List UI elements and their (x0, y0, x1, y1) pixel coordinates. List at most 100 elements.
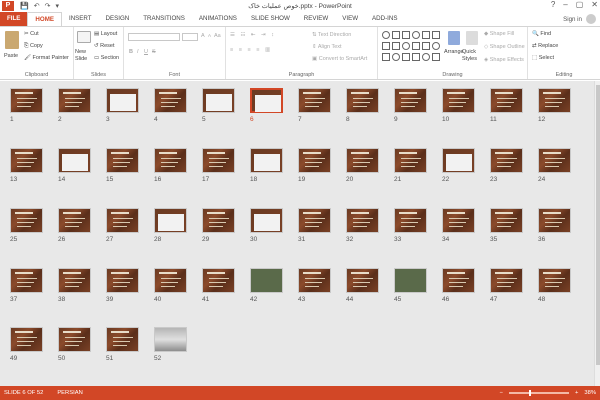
slide-thumbnail[interactable] (394, 148, 427, 173)
slide-thumbnail[interactable] (106, 208, 139, 233)
slide-thumbnail[interactable] (346, 268, 379, 293)
slide-thumbnail[interactable] (538, 208, 571, 233)
tab-file[interactable]: FILE (0, 12, 28, 26)
shape-option[interactable] (412, 53, 420, 61)
shape-option[interactable] (382, 31, 390, 39)
tab-slide-show[interactable]: SLIDE SHOW (244, 12, 297, 26)
shape-fill-button[interactable]: ◆ Shape Fill (484, 31, 514, 37)
tab-view[interactable]: VIEW (335, 12, 365, 26)
slide-thumbnail[interactable] (10, 148, 43, 173)
slide-thumbnail[interactable] (490, 208, 523, 233)
slide-thumbnail[interactable] (58, 268, 91, 293)
close-button[interactable]: ✕ (591, 0, 598, 9)
tab-animations[interactable]: ANIMATIONS (192, 12, 244, 26)
layout-button[interactable]: ▤ Layout (94, 31, 117, 37)
slide-thumbnail[interactable] (250, 268, 283, 293)
slide-thumbnail[interactable] (250, 88, 283, 113)
font-size-box[interactable] (182, 33, 198, 41)
slide-thumbnail[interactable] (298, 148, 331, 173)
slide-thumbnail[interactable] (10, 88, 43, 113)
shape-option[interactable] (432, 53, 440, 61)
tab-home[interactable]: HOME (27, 12, 62, 26)
help-button[interactable]: ? (551, 0, 555, 9)
slide-thumbnail[interactable] (250, 208, 283, 233)
slide-thumbnail[interactable] (10, 208, 43, 233)
slide-thumbnail[interactable] (538, 148, 571, 173)
paste-icon[interactable] (5, 31, 19, 49)
slide-thumbnail[interactable] (298, 88, 331, 113)
replace-button[interactable]: ⇄ Replace (532, 43, 558, 49)
slide-thumbnail[interactable] (346, 148, 379, 173)
slide-thumbnail[interactable] (346, 88, 379, 113)
italic-button[interactable]: I (137, 49, 139, 55)
copy-button[interactable]: ⎘ Copy (24, 43, 43, 50)
convert-smartart-button[interactable]: ▣ Convert to SmartArt (312, 56, 367, 62)
bold-button[interactable]: B (129, 49, 133, 55)
format-painter-button[interactable]: 🖌 Format Painter (24, 55, 69, 61)
slide-thumbnail[interactable] (490, 268, 523, 293)
shape-option[interactable] (422, 53, 430, 61)
slide-thumbnail[interactable] (442, 148, 475, 173)
shape-option[interactable] (402, 42, 410, 50)
shape-option[interactable] (402, 31, 410, 39)
arrange-button[interactable]: Arrange (444, 49, 464, 55)
paste-button[interactable]: Paste (4, 53, 18, 59)
grow-font-button[interactable]: A (201, 33, 205, 39)
align-buttons[interactable]: ≡ ≡ ≡ ≡ ▥ (230, 47, 272, 53)
slide-thumbnail[interactable] (58, 148, 91, 173)
shape-option[interactable] (402, 53, 410, 61)
maximize-button[interactable]: ▢ (576, 0, 584, 9)
slide-thumbnail[interactable] (442, 208, 475, 233)
slide-thumbnail[interactable] (394, 268, 427, 293)
quick-styles-button[interactable]: Quick Styles (462, 49, 484, 63)
find-button[interactable]: 🔍 Find (532, 31, 551, 37)
slide-thumbnail[interactable] (250, 148, 283, 173)
shape-option[interactable] (392, 31, 400, 39)
shape-option[interactable] (382, 42, 390, 50)
strikethrough-button[interactable]: S (152, 49, 156, 55)
zoom-in-button[interactable]: + (575, 390, 578, 396)
shape-outline-button[interactable]: ◇ Shape Outline (484, 44, 525, 50)
slide-thumbnail[interactable] (154, 88, 187, 113)
slide-thumbnail[interactable] (106, 88, 139, 113)
shape-option[interactable] (412, 42, 420, 50)
slide-thumbnail[interactable] (154, 327, 187, 352)
tab-insert[interactable]: INSERT (62, 12, 99, 26)
shapes-gallery[interactable] (382, 31, 442, 65)
slide-thumbnail[interactable] (154, 148, 187, 173)
tab-add-ins[interactable]: ADD-INS (365, 12, 404, 26)
slide-thumbnail[interactable] (202, 268, 235, 293)
slide-thumbnail[interactable] (442, 268, 475, 293)
scrollbar-thumb[interactable] (596, 85, 600, 365)
tab-design[interactable]: DESIGN (99, 12, 137, 26)
slide-thumbnail[interactable] (394, 208, 427, 233)
font-name-box[interactable] (128, 33, 180, 41)
slide-thumbnail[interactable] (346, 208, 379, 233)
quick-styles-icon[interactable] (466, 31, 478, 45)
zoom-out-button[interactable]: − (500, 390, 503, 396)
shape-option[interactable] (432, 31, 440, 39)
section-button[interactable]: ▭ Section (94, 55, 119, 61)
shape-option[interactable] (432, 42, 440, 50)
slide-thumbnail[interactable] (490, 88, 523, 113)
new-slide-button[interactable]: New Slide (75, 49, 95, 63)
shape-option[interactable] (392, 42, 400, 50)
slide-thumbnail[interactable] (106, 268, 139, 293)
zoom-slider[interactable] (509, 390, 569, 396)
align-text-button[interactable]: ⇕ Align Text (312, 44, 342, 50)
shape-option[interactable] (422, 31, 430, 39)
select-button[interactable]: ⬚ Select (532, 55, 554, 61)
slide-thumbnail[interactable] (442, 88, 475, 113)
new-slide-icon[interactable] (77, 31, 91, 43)
cut-button[interactable]: ✂ Cut (24, 31, 39, 37)
tab-review[interactable]: REVIEW (297, 12, 335, 26)
shape-option[interactable] (422, 42, 430, 50)
slide-thumbnail[interactable] (538, 88, 571, 113)
slide-thumbnail[interactable] (10, 268, 43, 293)
slide-thumbnail[interactable] (154, 268, 187, 293)
underline-button[interactable]: U (144, 49, 148, 55)
tab-transitions[interactable]: TRANSITIONS (136, 12, 192, 26)
slide-thumbnail[interactable] (538, 268, 571, 293)
zoom-slider-knob[interactable] (529, 390, 531, 396)
shrink-font-button[interactable]: A (208, 33, 211, 38)
